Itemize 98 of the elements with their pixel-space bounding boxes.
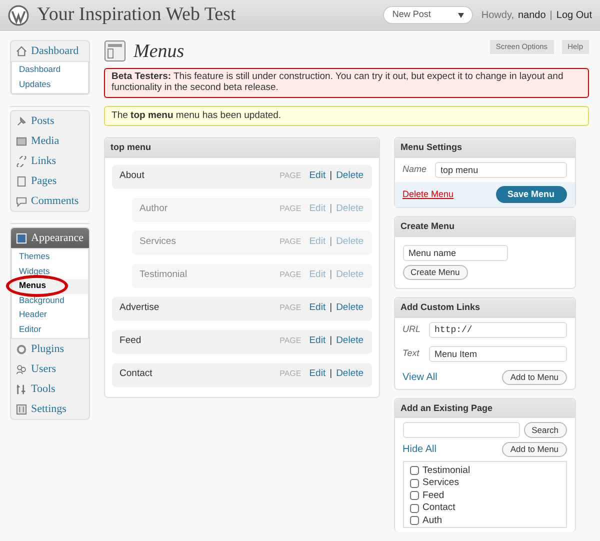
- panel-title: Add an Existing Page: [394, 398, 575, 418]
- panel-title: Create Menu: [394, 217, 575, 237]
- add-to-menu-button[interactable]: Add to Menu: [502, 370, 567, 385]
- item-type-label: PAGE: [280, 336, 302, 347]
- sidebar-submenu-item[interactable]: Updates: [12, 78, 88, 92]
- menu-item[interactable]: Advertise PAGE Edit | Delete: [112, 296, 372, 321]
- sidebar-menu-item[interactable]: Users: [11, 359, 89, 379]
- menu-item[interactable]: About PAGE Edit | Delete: [112, 164, 372, 189]
- sidebar-menu-item[interactable]: Dashboard: [11, 41, 89, 61]
- sidebar-submenu-item[interactable]: Header: [12, 308, 88, 322]
- checkbox-label: Services: [422, 477, 459, 490]
- checkbox-label: Testimonial: [422, 464, 470, 477]
- field-label: Name: [402, 164, 427, 176]
- separator-text: |: [330, 335, 332, 348]
- edit-link[interactable]: Edit: [309, 335, 326, 348]
- sidebar-menu-item[interactable]: Links: [11, 151, 89, 171]
- checkbox-label: Feed: [422, 490, 444, 502]
- screen-icon: [104, 40, 126, 62]
- text-field[interactable]: Menu Item: [428, 346, 567, 362]
- menu-item[interactable]: Feed PAGE Edit | Delete: [112, 330, 372, 354]
- add-to-menu-button[interactable]: Add to Menu: [502, 442, 567, 458]
- search-button[interactable]: Search: [524, 422, 567, 438]
- separator-text: |: [550, 8, 552, 22]
- logout-link[interactable]: Log Out: [556, 8, 592, 22]
- url-field[interactable]: http://: [428, 322, 567, 338]
- sidebar-menu-item[interactable]: Media: [11, 131, 89, 151]
- separator-text: |: [330, 368, 332, 381]
- sidebar-menu-item[interactable]: Plugins: [11, 339, 89, 359]
- checkbox[interactable]: [410, 504, 419, 513]
- sidebar-menu-item[interactable]: Settings: [11, 399, 89, 419]
- separator-text: |: [330, 203, 332, 216]
- link-icon: [16, 156, 27, 166]
- sidebar-menu-item[interactable]: Pages: [11, 171, 89, 191]
- separator-text: |: [330, 269, 332, 282]
- sidebar-menu-item[interactable]: Appearance: [11, 228, 89, 248]
- save-menu-button[interactable]: Save Menu: [496, 186, 567, 204]
- search-field[interactable]: [402, 422, 520, 438]
- item-type-label: PAGE: [280, 369, 302, 380]
- item-type-label: PAGE: [280, 303, 302, 314]
- item-type-label: PAGE: [280, 237, 302, 248]
- sidebar-submenu-item[interactable]: Dashboard: [12, 63, 88, 78]
- sliders-icon: [16, 404, 27, 414]
- menu-name-field[interactable]: Menu name: [402, 244, 508, 261]
- checkbox[interactable]: [410, 516, 419, 526]
- checkbox[interactable]: [410, 491, 419, 500]
- separator-text: |: [330, 302, 332, 315]
- edit-link[interactable]: Edit: [309, 302, 326, 315]
- panel-title: Add Custom Links: [394, 298, 575, 318]
- sidebar-submenu-item[interactable]: Editor: [12, 322, 88, 337]
- view-all-link[interactable]: View All: [402, 370, 438, 384]
- item-type-label: PAGE: [280, 171, 302, 182]
- notice-message: Beta Testers: This feature is still under construction. You can try it out, but expect it to change in layout and functionality in the second beta release.: [104, 68, 589, 98]
- checkbox-label: Auth: [422, 514, 442, 527]
- house-icon: [16, 46, 27, 56]
- tools-icon: [16, 384, 27, 394]
- hide-all-link[interactable]: Hide All: [402, 443, 436, 456]
- create-menu-button[interactable]: Create Menu: [402, 264, 468, 280]
- sidebar-submenu-item[interactable]: Menus: [12, 279, 88, 294]
- checkbox-label: Contact: [422, 502, 456, 514]
- field-label: Text: [402, 348, 420, 360]
- panel-title: top menu: [104, 138, 379, 158]
- checkbox[interactable]: [410, 466, 419, 476]
- separator-text: |: [330, 236, 332, 249]
- photo-icon: [16, 136, 27, 146]
- name-field[interactable]: top menu: [434, 162, 567, 178]
- logo-icon: [8, 4, 29, 26]
- sidebar-submenu-item[interactable]: Background: [12, 294, 88, 308]
- people-icon: [16, 364, 27, 374]
- edit-link[interactable]: Edit: [309, 368, 326, 381]
- delete-menu-link[interactable]: Delete Menu: [402, 188, 454, 200]
- sidebar-menu-item[interactable]: Comments: [11, 191, 89, 211]
- sidebar-submenu-item[interactable]: Widgets: [12, 264, 88, 279]
- separator-text: |: [330, 170, 332, 183]
- notice-message: The top menu menu has been updated.: [104, 106, 589, 126]
- item-type-label: PAGE: [280, 270, 302, 281]
- checkbox[interactable]: [410, 478, 419, 488]
- panel-title: Menu Settings: [394, 138, 575, 158]
- delete-link[interactable]: Delete: [336, 368, 364, 381]
- edit-link[interactable]: Edit: [309, 170, 326, 183]
- pin-icon: [16, 116, 27, 126]
- delete-link[interactable]: Delete: [336, 170, 364, 183]
- greeting-text: Howdy,: [481, 8, 514, 22]
- username-link[interactable]: nando: [518, 8, 546, 22]
- caret-icon: [458, 12, 464, 18]
- window-icon: [16, 232, 27, 244]
- item-type-label: PAGE: [280, 204, 302, 215]
- page-title: Menus: [134, 40, 184, 64]
- sidebar-submenu-item[interactable]: Themes: [12, 250, 88, 264]
- delete-link[interactable]: Delete: [336, 335, 364, 348]
- delete-link[interactable]: Delete: [336, 302, 364, 315]
- new-post-dropdown[interactable]: New Post: [383, 6, 474, 24]
- speech-bubble-icon: [16, 196, 27, 206]
- sidebar-menu-item[interactable]: Tools: [11, 379, 89, 399]
- menu-item[interactable]: Contact PAGE Edit | Delete: [112, 362, 372, 387]
- sidebar-menu-item[interactable]: Posts: [11, 111, 89, 131]
- page-icon: [16, 176, 27, 186]
- site-title: Your Inspiration Web Test: [37, 2, 236, 27]
- field-label: URL: [402, 324, 421, 336]
